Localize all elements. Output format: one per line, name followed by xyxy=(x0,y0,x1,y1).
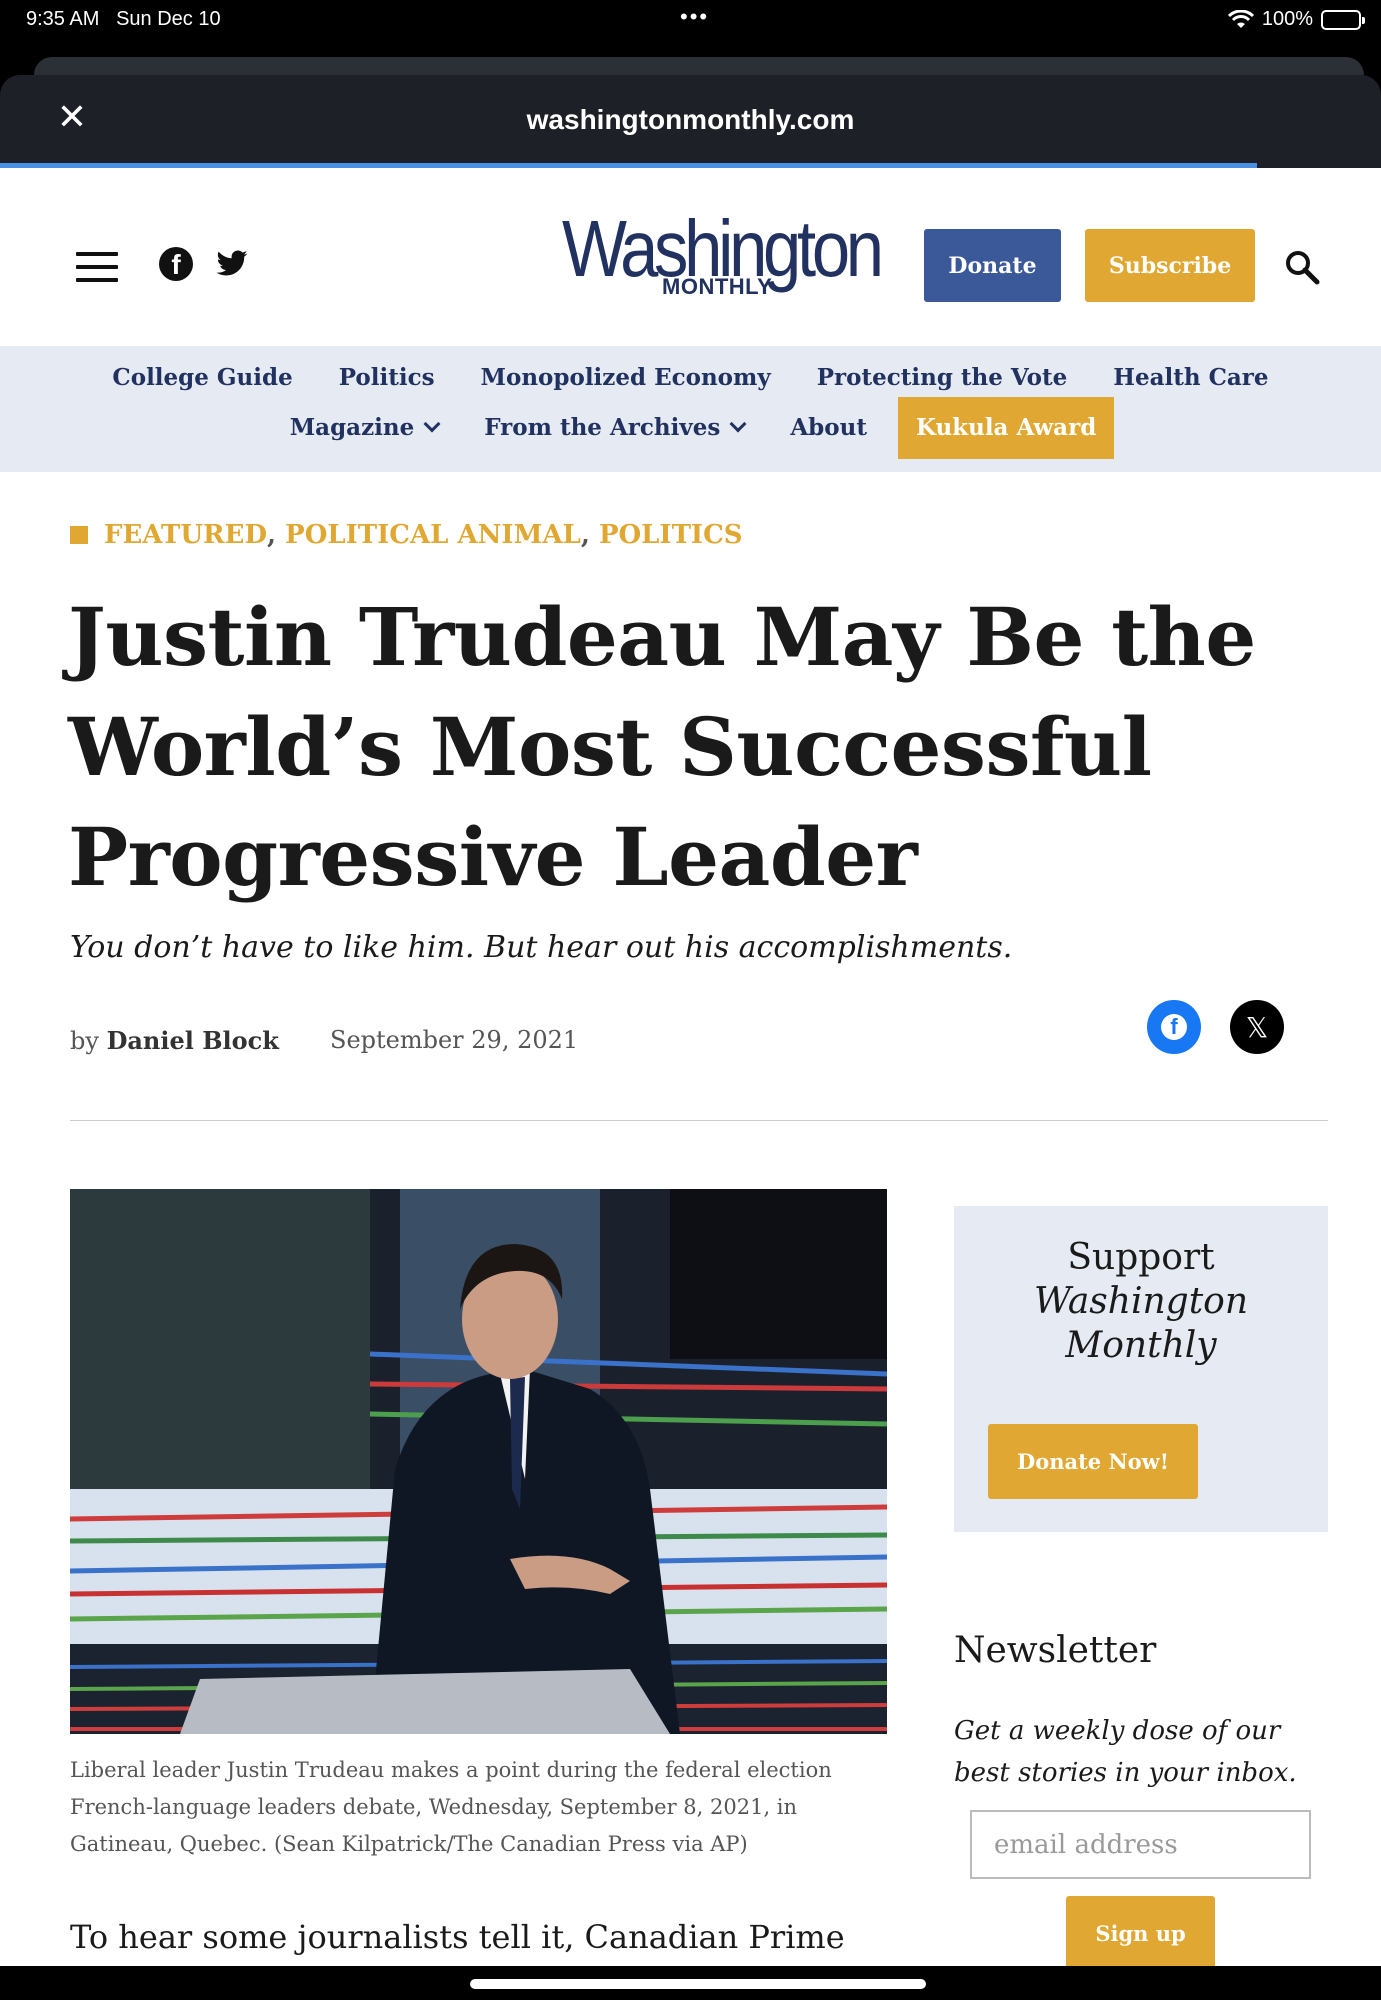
nav-item-about[interactable]: About xyxy=(767,410,890,446)
menu-icon[interactable] xyxy=(76,252,118,282)
browser-bar: ✕ washingtonmonthly.com xyxy=(0,40,1381,168)
byline: by Daniel Block xyxy=(70,1026,279,1055)
wifi-icon xyxy=(1227,9,1254,28)
logo-subtitle: MONTHLY xyxy=(662,274,773,299)
donate-now-button[interactable]: Donate Now! xyxy=(988,1424,1198,1499)
article-photo[interactable] xyxy=(70,1189,887,1734)
share-facebook-button[interactable]: f xyxy=(1147,1000,1201,1054)
chevron-down-icon xyxy=(729,415,747,433)
site-header: f Washington MONTHLY Donate Subscribe xyxy=(0,168,1381,346)
site-logo[interactable]: Washington MONTHLY xyxy=(562,209,922,302)
nav-item-college-guide[interactable]: College Guide xyxy=(89,360,315,396)
nav-item-politics[interactable]: Politics xyxy=(316,360,458,396)
nav-item-archives-label: From the Archives xyxy=(484,414,721,441)
chevron-down-icon xyxy=(423,415,441,433)
twitter-icon[interactable] xyxy=(214,246,250,282)
article-body-first-line: To hear some journalists tell it, Canadi… xyxy=(70,1918,845,1956)
status-right: 100% xyxy=(1227,8,1365,31)
newsletter-title: Newsletter xyxy=(954,1630,1157,1671)
article-dek: You don’t have to like him. But hear out… xyxy=(70,930,1013,965)
nav-item-from-the-archives[interactable]: From the Archives xyxy=(461,410,767,446)
nav-item-health-care[interactable]: Health Care xyxy=(1090,360,1291,396)
battery-icon xyxy=(1321,9,1365,30)
nav-item-protecting-the-vote[interactable]: Protecting the Vote xyxy=(794,360,1091,396)
primary-nav: College Guide Politics Monopolized Econo… xyxy=(0,346,1381,472)
article-headline: Justin Trudeau May Be the World’s Most S… xyxy=(68,590,1256,904)
divider xyxy=(70,1120,1328,1121)
url-label[interactable]: washingtonmonthly.com xyxy=(0,104,1381,136)
multitasking-dots-icon[interactable]: ••• xyxy=(680,4,709,30)
email-field[interactable] xyxy=(970,1810,1311,1879)
battery-percent: 100% xyxy=(1261,8,1313,30)
author-link[interactable]: Daniel Block xyxy=(107,1026,279,1055)
photo-caption: Liberal leader Justin Trudeau makes a po… xyxy=(70,1758,832,1856)
publish-date: September 29, 2021 xyxy=(330,1026,579,1054)
facebook-icon[interactable]: f xyxy=(158,246,194,282)
category-link-politics[interactable]: POLITICS xyxy=(599,520,743,550)
facebook-icon: f xyxy=(1161,1014,1187,1040)
category-marker-icon xyxy=(70,526,88,544)
support-title-line1: Support xyxy=(1067,1237,1215,1278)
nav-row-1: College Guide Politics Monopolized Econo… xyxy=(0,360,1381,396)
subscribe-button[interactable]: Subscribe xyxy=(1085,229,1255,302)
nav-item-magazine[interactable]: Magazine xyxy=(267,410,462,446)
byline-prefix: by xyxy=(70,1027,99,1055)
nav-row-2: Magazine From the Archives About Kukula … xyxy=(0,397,1381,459)
nav-item-kukula-award[interactable]: Kukula Award xyxy=(897,397,1115,459)
article-categories: FEATURED, POLITICAL ANIMAL, POLITICS xyxy=(70,520,743,550)
support-title: Support Washington Monthly xyxy=(954,1236,1328,1368)
signup-button[interactable]: Sign up xyxy=(1066,1896,1215,1971)
share-x-button[interactable]: 𝕏 xyxy=(1230,1000,1284,1054)
nav-item-magazine-label: Magazine xyxy=(289,414,415,441)
support-widget: Support Washington Monthly Donate Now! xyxy=(954,1206,1328,1532)
x-logo-icon: 𝕏 xyxy=(1245,1010,1269,1044)
home-indicator[interactable] xyxy=(470,1979,926,1989)
donate-button[interactable]: Donate xyxy=(924,229,1061,302)
nav-item-monopolized-economy[interactable]: Monopolized Economy xyxy=(458,360,794,396)
category-link-political-animal[interactable]: POLITICAL ANIMAL xyxy=(285,520,581,550)
status-time: 9:35 AM Sun Dec 10 xyxy=(26,8,221,30)
category-link-featured[interactable]: FEATURED xyxy=(104,520,267,550)
newsletter-description: Get a weekly dose of our best stories in… xyxy=(954,1716,1297,1788)
support-title-line2: Washington xyxy=(1033,1281,1249,1322)
support-title-line3: Monthly xyxy=(1065,1325,1217,1366)
search-icon[interactable] xyxy=(1283,248,1323,288)
status-bar: 9:35 AM Sun Dec 10 ••• 100% xyxy=(0,0,1381,40)
